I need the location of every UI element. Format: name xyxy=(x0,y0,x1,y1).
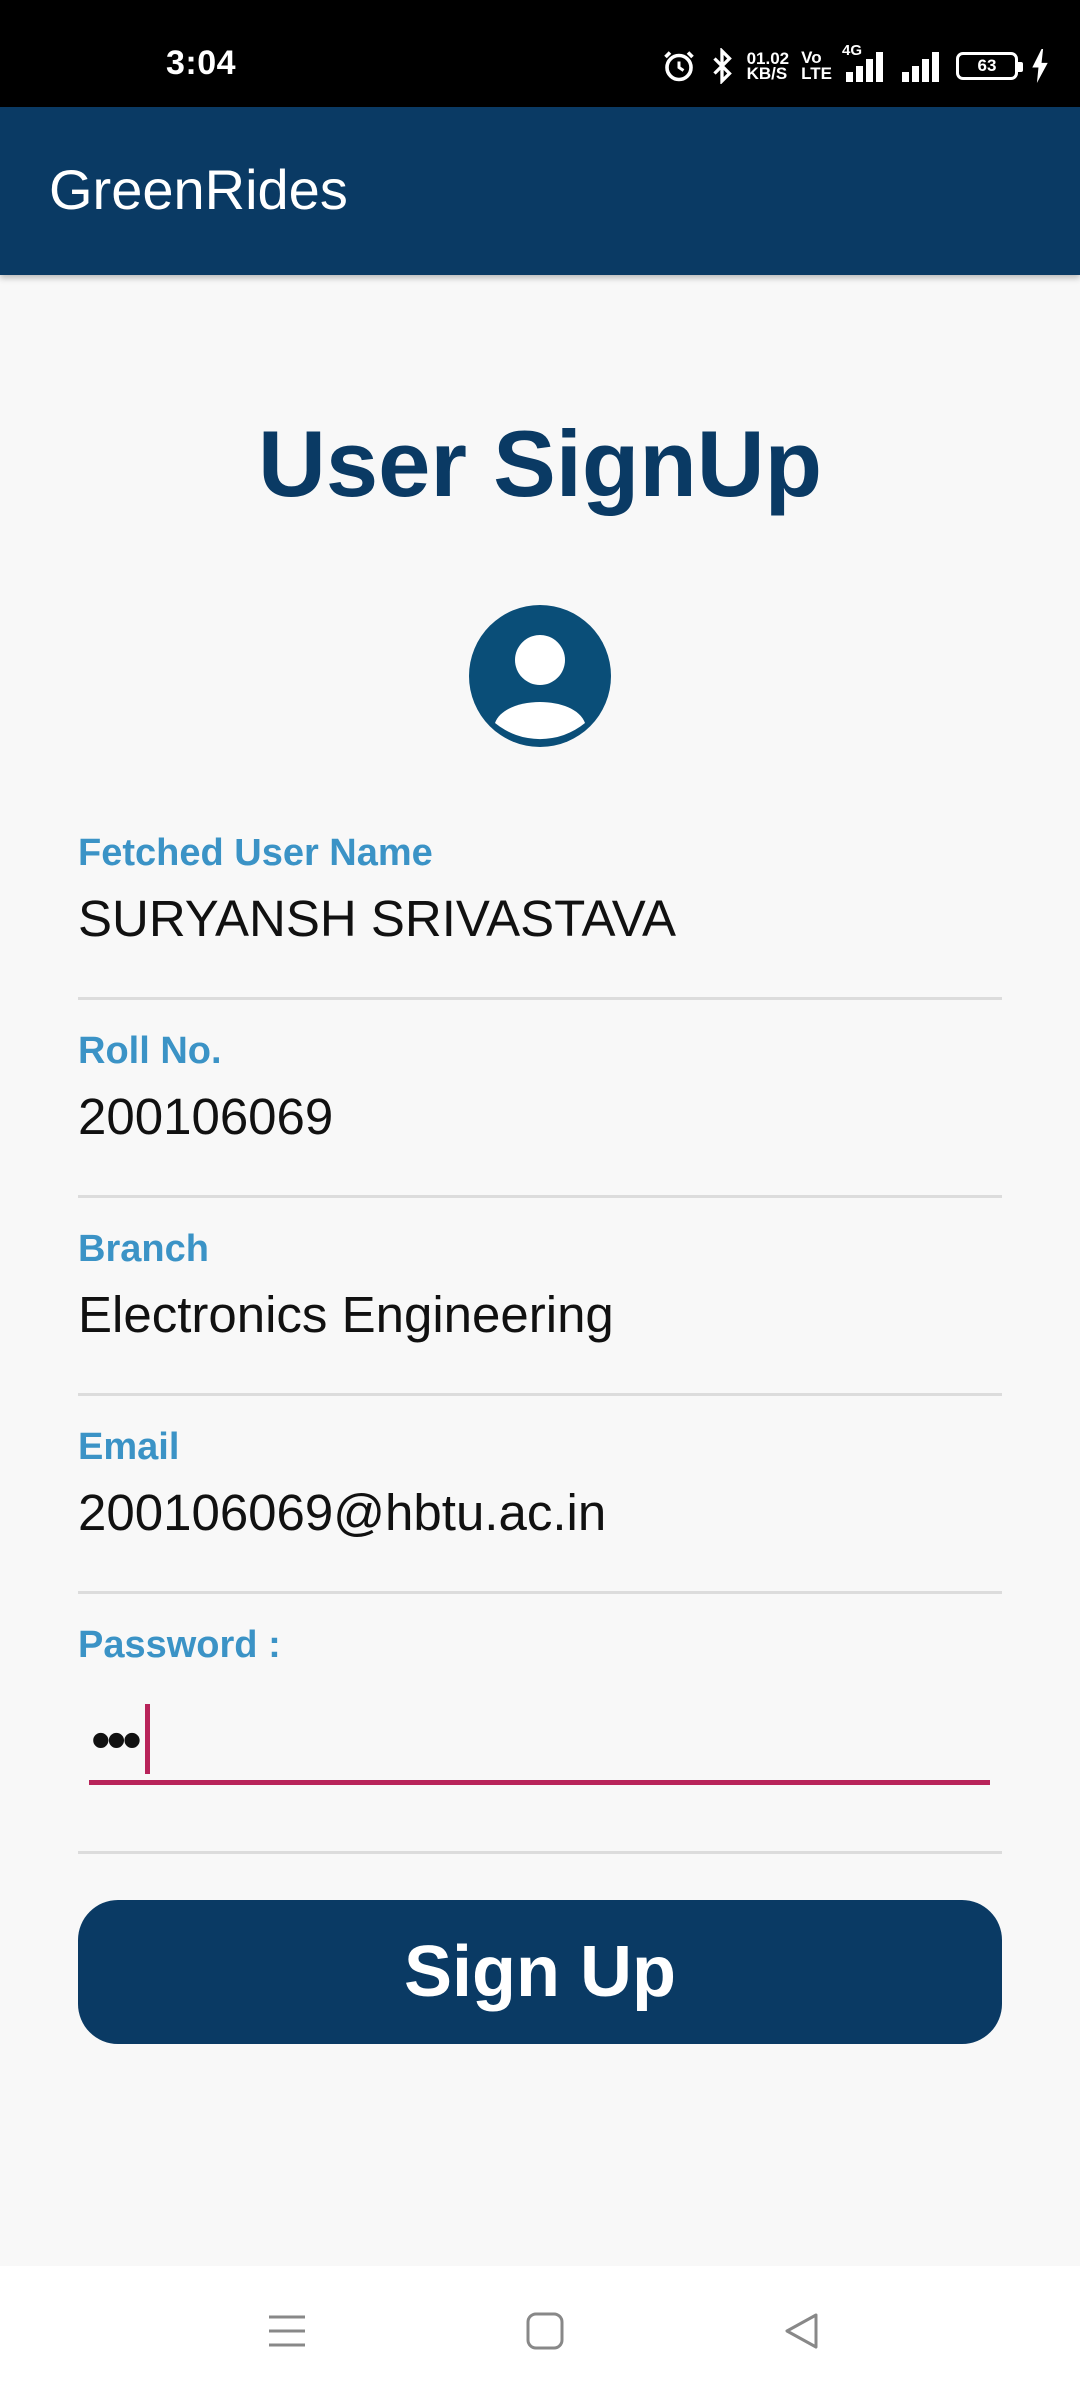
network-type: 4G xyxy=(842,42,863,59)
page-title: User SignUp xyxy=(257,411,823,516)
branch-value: Electronics Engineering xyxy=(78,1286,614,1343)
password-value: ••• xyxy=(91,1708,142,1771)
divider xyxy=(78,1851,1002,1854)
home-icon xyxy=(525,2311,565,2356)
app-bar: GreenRides xyxy=(0,107,1080,275)
divider xyxy=(78,997,1002,1000)
branch-label: Branch xyxy=(78,1228,209,1270)
password-underline xyxy=(89,1780,990,1785)
password-field: Password : xyxy=(78,1624,1002,1667)
user-name-field: Fetched User Name SURYANSH SRIVASTAVA xyxy=(78,832,1002,948)
menu-button[interactable] xyxy=(227,2266,347,2400)
email-label: Email xyxy=(78,1426,180,1468)
branch-field: Branch Electronics Engineering xyxy=(78,1228,1002,1344)
roll-no-field: Roll No. 200106069 xyxy=(78,1030,1002,1146)
volte-bottom: LTE xyxy=(801,64,832,83)
app-title: GreenRides xyxy=(49,158,348,221)
back-icon xyxy=(782,2311,822,2356)
menu-icon xyxy=(266,2311,308,2356)
charging-icon xyxy=(1030,49,1050,83)
email-value: 200106069@hbtu.ac.in xyxy=(78,1484,607,1541)
home-button[interactable] xyxy=(485,2266,605,2400)
signal-icon: 4G xyxy=(842,42,888,82)
divider xyxy=(78,1393,1002,1396)
sign-up-button[interactable]: Sign Up xyxy=(78,1900,1002,2044)
network-speed: 01.02 KB/S xyxy=(746,50,790,83)
signal-icon xyxy=(900,50,944,82)
navigation-bar xyxy=(0,2266,1080,2400)
password-input[interactable]: ••• xyxy=(89,1694,990,1785)
bluetooth-icon xyxy=(709,48,735,84)
email-field: Email 200106069@hbtu.ac.in xyxy=(78,1426,1002,1542)
roll-no-label: Roll No. xyxy=(78,1030,222,1072)
user-avatar-icon xyxy=(469,605,611,747)
alarm-icon xyxy=(661,48,697,84)
battery-level: 63 xyxy=(977,56,997,75)
battery-icon: 63 xyxy=(956,52,1023,80)
back-button[interactable] xyxy=(742,2266,862,2400)
status-bar: 3:04 01.02 KB/S Vo LTE 4G 63 xyxy=(0,0,1080,107)
password-label: Password : xyxy=(78,1624,281,1666)
status-icons: 01.02 KB/S Vo LTE 4G 63 xyxy=(661,42,1050,88)
network-speed-unit: KB/S xyxy=(746,64,788,83)
divider xyxy=(78,1195,1002,1198)
status-time: 3:04 xyxy=(166,44,237,82)
user-name-label: Fetched User Name xyxy=(78,832,433,874)
volte-indicator: Vo LTE xyxy=(801,49,832,83)
user-name-value: SURYANSH SRIVASTAVA xyxy=(78,890,676,947)
text-cursor xyxy=(145,1704,150,1774)
screen: 3:04 01.02 KB/S Vo LTE 4G 63 GreenRides … xyxy=(0,0,1080,2400)
roll-no-value: 200106069 xyxy=(78,1088,334,1145)
divider xyxy=(78,1591,1002,1594)
